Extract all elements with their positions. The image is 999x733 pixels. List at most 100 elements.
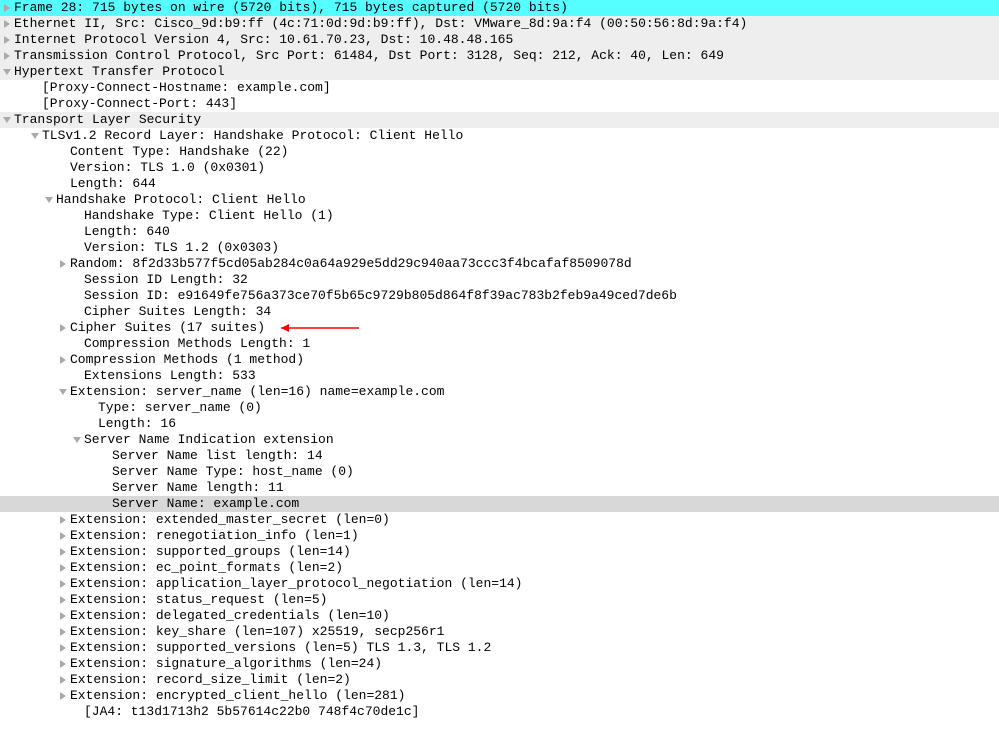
collapse-icon[interactable]	[28, 132, 42, 140]
tree-row[interactable]: Transmission Control Protocol, Src Port:…	[0, 48, 999, 64]
collapse-icon[interactable]	[42, 196, 56, 204]
tree-row[interactable]: Server Name Type: host_name (0)	[0, 464, 999, 480]
tree-row[interactable]: Session ID Length: 32	[0, 272, 999, 288]
tree-row[interactable]: Compression Methods (1 method)	[0, 352, 999, 368]
tree-row-label: Extension: supported_versions (len=5) TL…	[70, 640, 491, 656]
tree-row[interactable]: Length: 644	[0, 176, 999, 192]
tree-row[interactable]: Internet Protocol Version 4, Src: 10.61.…	[0, 32, 999, 48]
expand-icon[interactable]	[56, 356, 70, 364]
collapse-icon[interactable]	[0, 116, 14, 124]
tree-row-label: Version: TLS 1.2 (0x0303)	[84, 240, 279, 256]
tree-row-label: Extension: extended_master_secret (len=0…	[70, 512, 390, 528]
tree-row[interactable]: Version: TLS 1.2 (0x0303)	[0, 240, 999, 256]
tree-row-label: Server Name: example.com	[112, 496, 299, 512]
tree-row[interactable]: Extension: application_layer_protocol_ne…	[0, 576, 999, 592]
tree-row-label: Compression Methods Length: 1	[84, 336, 310, 352]
tree-row[interactable]: Frame 28: 715 bytes on wire (5720 bits),…	[0, 0, 999, 16]
tree-row[interactable]: Handshake Protocol: Client Hello	[0, 192, 999, 208]
expand-icon[interactable]	[56, 324, 70, 332]
cipher-suites-row[interactable]: Cipher Suites (17 suites)	[0, 320, 999, 336]
tree-row[interactable]: Server Name length: 11	[0, 480, 999, 496]
tree-row[interactable]: Extension: status_request (len=5)	[0, 592, 999, 608]
tree-row[interactable]: Cipher Suites Length: 34	[0, 304, 999, 320]
tree-row-label: Server Name Indication extension	[84, 432, 334, 448]
server-name-value-row[interactable]: Server Name: example.com	[0, 496, 999, 512]
tree-row-label: Extension: application_layer_protocol_ne…	[70, 576, 522, 592]
tree-row[interactable]: Extension: encrypted_client_hello (len=2…	[0, 688, 999, 704]
tree-row-label: Compression Methods (1 method)	[70, 352, 304, 368]
expand-icon[interactable]	[56, 644, 70, 652]
expand-icon[interactable]	[56, 692, 70, 700]
expand-icon[interactable]	[56, 612, 70, 620]
expand-icon[interactable]	[0, 52, 14, 60]
tree-row-label: Handshake Type: Client Hello (1)	[84, 208, 334, 224]
tree-row-label: Ethernet II, Src: Cisco_9d:b9:ff (4c:71:…	[14, 16, 747, 32]
tree-row[interactable]: [Proxy-Connect-Hostname: example.com]	[0, 80, 999, 96]
tree-row[interactable]: Length: 640	[0, 224, 999, 240]
expand-icon[interactable]	[56, 564, 70, 572]
tree-row[interactable]: Server Name list length: 14	[0, 448, 999, 464]
expand-icon[interactable]	[56, 260, 70, 268]
tree-row-label: Extension: record_size_limit (len=2)	[70, 672, 351, 688]
tree-row-label: Internet Protocol Version 4, Src: 10.61.…	[14, 32, 513, 48]
tree-row[interactable]: Random: 8f2d33b577f5cd05ab284c0a64a929e5…	[0, 256, 999, 272]
tree-row[interactable]: Extension: extended_master_secret (len=0…	[0, 512, 999, 528]
tree-row[interactable]: Extension: supported_groups (len=14)	[0, 544, 999, 560]
tree-row[interactable]: Extension: ec_point_formats (len=2)	[0, 560, 999, 576]
tree-row[interactable]: Extension: delegated_credentials (len=10…	[0, 608, 999, 624]
tree-row-label: Server Name length: 11	[112, 480, 284, 496]
tree-row-label: Extension: signature_algorithms (len=24)	[70, 656, 382, 672]
expand-icon[interactable]	[56, 548, 70, 556]
tree-row-label: Extension: delegated_credentials (len=10…	[70, 608, 390, 624]
tree-row[interactable]: [Proxy-Connect-Port: 443]	[0, 96, 999, 112]
tree-row[interactable]: Handshake Type: Client Hello (1)	[0, 208, 999, 224]
tree-row[interactable]: Type: server_name (0)	[0, 400, 999, 416]
tree-row[interactable]: Transport Layer Security	[0, 112, 999, 128]
tree-row[interactable]: Extension: renegotiation_info (len=1)	[0, 528, 999, 544]
tree-row-label: Extension: encrypted_client_hello (len=2…	[70, 688, 405, 704]
tree-row[interactable]: Extension: signature_algorithms (len=24)	[0, 656, 999, 672]
expand-icon[interactable]	[56, 596, 70, 604]
tree-row-label: Content Type: Handshake (22)	[70, 144, 288, 160]
tree-row-label: Version: TLS 1.0 (0x0301)	[70, 160, 265, 176]
tree-row[interactable]: Extension: supported_versions (len=5) TL…	[0, 640, 999, 656]
tree-row-label: Transport Layer Security	[14, 112, 201, 128]
tree-row[interactable]: Server Name Indication extension	[0, 432, 999, 448]
tree-row-label: Server Name Type: host_name (0)	[112, 464, 354, 480]
expand-icon[interactable]	[0, 20, 14, 28]
tree-row[interactable]: Content Type: Handshake (22)	[0, 144, 999, 160]
tree-row-label: [JA4: t13d1713h2 5b57614c22b0 748f4c70de…	[84, 704, 419, 720]
expand-icon[interactable]	[56, 580, 70, 588]
tree-row[interactable]: Extension: key_share (len=107) x25519, s…	[0, 624, 999, 640]
expand-icon[interactable]	[0, 4, 14, 12]
tree-row-label: Session ID Length: 32	[84, 272, 248, 288]
tree-row-label: Length: 640	[84, 224, 170, 240]
tree-row-label: Handshake Protocol: Client Hello	[56, 192, 306, 208]
tree-row-label: Extension: server_name (len=16) name=exa…	[70, 384, 444, 400]
expand-icon[interactable]	[56, 676, 70, 684]
tree-row[interactable]: Extension: record_size_limit (len=2)	[0, 672, 999, 688]
tree-row[interactable]: Session ID: e91649fe756a373ce70f5b65c972…	[0, 288, 999, 304]
tree-row-label: [Proxy-Connect-Port: 443]	[42, 96, 237, 112]
tree-row[interactable]: Ethernet II, Src: Cisco_9d:b9:ff (4c:71:…	[0, 16, 999, 32]
tree-row[interactable]: Hypertext Transfer Protocol	[0, 64, 999, 80]
tree-row-label: Server Name list length: 14	[112, 448, 323, 464]
expand-icon[interactable]	[56, 628, 70, 636]
tree-row[interactable]: Compression Methods Length: 1	[0, 336, 999, 352]
tree-row[interactable]: [JA4: t13d1713h2 5b57614c22b0 748f4c70de…	[0, 704, 999, 720]
expand-icon[interactable]	[56, 516, 70, 524]
expand-icon[interactable]	[0, 36, 14, 44]
tree-row[interactable]: Extensions Length: 533	[0, 368, 999, 384]
collapse-icon[interactable]	[56, 388, 70, 396]
collapse-icon[interactable]	[0, 68, 14, 76]
tree-row[interactable]: Extension: server_name (len=16) name=exa…	[0, 384, 999, 400]
tree-row[interactable]: TLSv1.2 Record Layer: Handshake Protocol…	[0, 128, 999, 144]
expand-icon[interactable]	[56, 532, 70, 540]
expand-icon[interactable]	[56, 660, 70, 668]
collapse-icon[interactable]	[70, 436, 84, 444]
tree-row-label: Extension: renegotiation_info (len=1)	[70, 528, 359, 544]
tree-row-label: Transmission Control Protocol, Src Port:…	[14, 48, 724, 64]
tree-row[interactable]: Version: TLS 1.0 (0x0301)	[0, 160, 999, 176]
tree-row[interactable]: Length: 16	[0, 416, 999, 432]
tree-row-label: Random: 8f2d33b577f5cd05ab284c0a64a929e5…	[70, 256, 632, 272]
